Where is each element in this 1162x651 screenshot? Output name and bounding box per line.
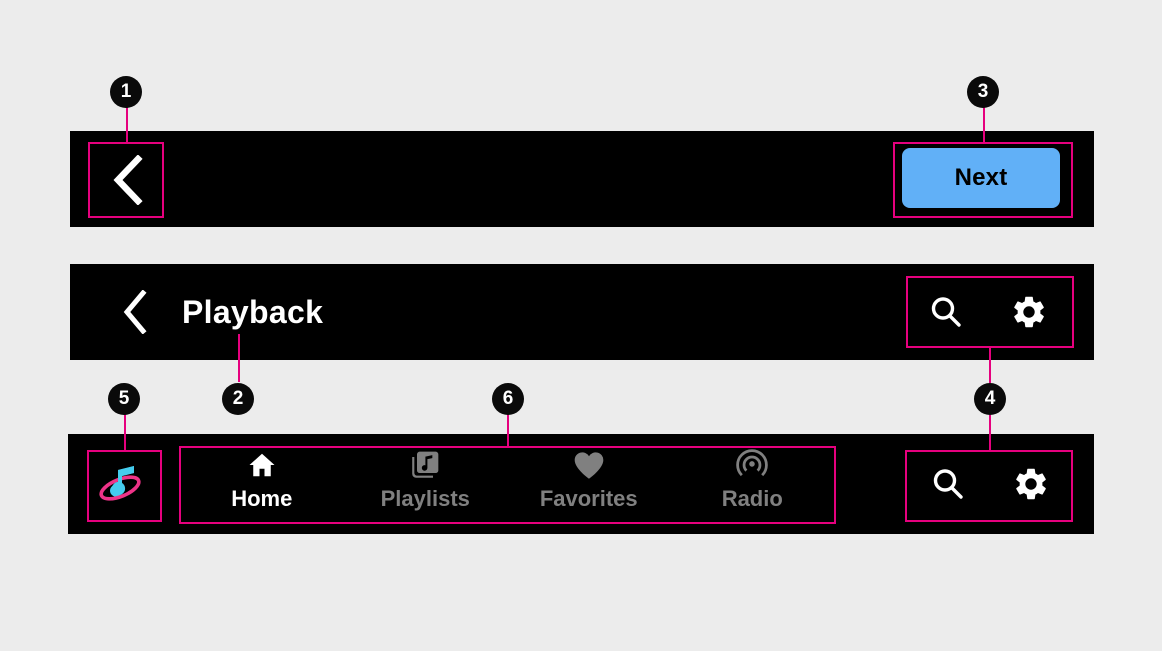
playlists-icon [409, 448, 441, 482]
annotation-badge-1: 1 [110, 76, 142, 108]
wizard-next-button[interactable]: Next [902, 148, 1060, 208]
heart-icon [572, 448, 606, 482]
page-title: Playback [182, 293, 324, 330]
wizard-next-label: Next [954, 164, 1008, 191]
annotation-badge-3: 3 [967, 76, 999, 108]
nav-tab-favorites[interactable]: Favorites [507, 448, 671, 510]
chevron-left-icon [109, 154, 143, 205]
annotation-badge-2: 2 [222, 383, 254, 415]
chevron-left-icon [120, 290, 148, 334]
annotation-badge-5: 5 [108, 383, 140, 415]
nav-tab-group: Home Playlists Favorites Radio [180, 448, 834, 520]
nav-tab-label: Radio [721, 486, 783, 511]
nav-tab-label: Favorites [539, 486, 638, 511]
wizard-back-button[interactable] [88, 142, 163, 217]
radio-broadcast-icon [735, 448, 769, 482]
home-icon [246, 448, 278, 482]
gear-icon [1012, 465, 1050, 503]
search-icon [928, 294, 964, 330]
bottom-navigation-bar: Home Playlists Favorites Radio [68, 434, 1094, 534]
nav-tab-home[interactable]: Home [180, 448, 344, 510]
settings-button[interactable] [1012, 465, 1050, 503]
settings-button[interactable] [1010, 293, 1048, 331]
music-note-orbit-logo-icon [96, 458, 148, 510]
annotation-badge-6: 6 [492, 383, 524, 415]
nav-tab-playlists[interactable]: Playlists [344, 448, 508, 510]
header-back-button[interactable] [110, 288, 158, 336]
search-button[interactable] [928, 294, 964, 330]
search-icon [930, 466, 966, 502]
app-header-bar: Playback [70, 264, 1094, 360]
nav-tab-radio[interactable]: Radio [671, 448, 835, 510]
nav-logo[interactable] [90, 452, 154, 516]
nav-tab-label: Home [231, 486, 293, 511]
header-action-group [904, 264, 1072, 360]
nav-tab-label: Playlists [380, 486, 470, 511]
nav-action-group [906, 434, 1074, 534]
gear-icon [1010, 293, 1048, 331]
wizard-toolbar: Next [70, 131, 1094, 227]
annotation-badge-4: 4 [974, 383, 1006, 415]
search-button[interactable] [930, 466, 966, 502]
screenshot-stage: Next Playback Home Playlists Favorites R… [0, 0, 1162, 651]
